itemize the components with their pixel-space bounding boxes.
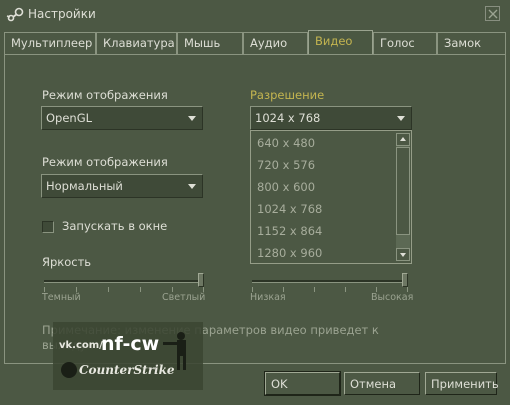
resolution-combo[interactable]: 1024 x 768 — [250, 106, 412, 130]
resolution-option[interactable]: 1280 x 960 — [257, 246, 322, 260]
window-title: Настройки — [28, 7, 96, 21]
tab-audio[interactable]: Аудио — [243, 32, 308, 54]
brightness-label: Яркость — [42, 255, 92, 269]
gamma-slider-thumb[interactable] — [402, 273, 408, 287]
steam-icon — [6, 7, 24, 22]
resolution-dropdown-list: 640 x 480 720 x 576 800 x 600 1024 x 768… — [250, 130, 412, 264]
chevron-down-icon — [188, 116, 196, 121]
resolution-label: Разрешение — [250, 88, 325, 102]
close-button[interactable] — [485, 6, 500, 21]
dropdown-scrollbar[interactable] — [396, 133, 410, 261]
scrollbar-thumb[interactable] — [396, 147, 410, 235]
resolution-option[interactable]: 1152 x 864 — [257, 224, 322, 238]
close-icon — [488, 9, 498, 19]
watermark-url: vk.com/ — [59, 340, 103, 351]
watermark-brand: nf-cw — [101, 333, 159, 355]
chevron-down-icon — [397, 116, 405, 121]
resolution-option[interactable]: 640 x 480 — [257, 136, 315, 150]
gamma-slider-track[interactable] — [252, 280, 408, 283]
scroll-up-button[interactable] — [396, 133, 410, 146]
apply-button[interactable]: Применить — [425, 372, 499, 395]
ok-button[interactable]: OK — [264, 371, 341, 396]
scroll-down-button[interactable] — [396, 248, 410, 261]
gamma-max-label: Высокая — [371, 292, 414, 303]
resolution-option[interactable]: 720 x 576 — [257, 158, 315, 172]
renderer-value: OpenGL — [46, 111, 93, 125]
renderer-combo[interactable]: OpenGL — [41, 106, 203, 130]
chevron-down-icon — [188, 184, 196, 189]
brightness-slider-track[interactable] — [44, 280, 204, 283]
tab-voice[interactable]: Голос — [373, 32, 437, 54]
gamma-min-label: Низкая — [250, 292, 286, 303]
chevron-up-icon — [400, 137, 406, 141]
resolution-option[interactable]: 800 x 600 — [257, 180, 315, 194]
tab-mouse[interactable]: Мышь — [177, 32, 243, 54]
renderer-label: Режим отображения — [42, 88, 168, 102]
tab-video[interactable]: Видео — [308, 30, 373, 54]
windowed-label: Запускать в окне — [62, 219, 168, 233]
display-mode-value: Нормальный — [46, 179, 123, 193]
brightness-slider-thumb[interactable] — [198, 273, 204, 287]
resolution-value: 1024 x 768 — [255, 111, 321, 125]
brightness-min-label: Темный — [42, 292, 81, 303]
chevron-down-icon — [400, 253, 406, 257]
tab-lock[interactable]: Замок — [437, 32, 506, 54]
watermark-game: CounterStrike — [79, 363, 175, 377]
display-mode-combo[interactable]: Нормальный — [41, 174, 203, 198]
tab-multiplayer[interactable]: Мультиплеер — [4, 32, 96, 54]
resolution-option[interactable]: 1024 x 768 — [257, 202, 322, 216]
cancel-button[interactable]: Отмена — [344, 372, 420, 395]
tab-keyboard[interactable]: Клавиатура — [96, 32, 177, 54]
watermark-logo: vk.com/ nf-cw CounterStrike — [53, 322, 203, 390]
windowed-checkbox[interactable] — [42, 221, 54, 233]
brightness-max-label: Светлый — [162, 292, 206, 303]
title-bar: Настройки — [0, 0, 510, 30]
display-mode-label: Режим отображения — [42, 155, 168, 169]
